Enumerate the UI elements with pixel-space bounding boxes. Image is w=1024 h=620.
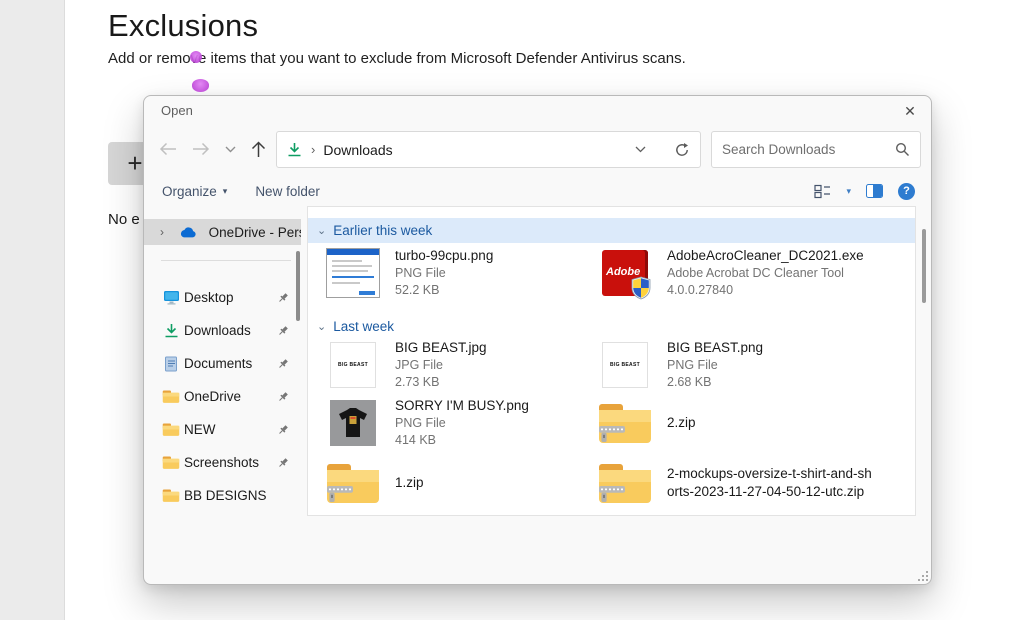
adobe-installer-icon: Adobe — [596, 245, 654, 301]
dialog-title: Open — [161, 103, 193, 118]
tshirt-thumbnail — [324, 395, 382, 451]
search-box[interactable] — [711, 131, 921, 168]
file-item-adobe-acrocleaner[interactable]: Adobe AdobeAcroCleaner_DC2021.exe Adobe … — [596, 245, 896, 301]
sidebar-item-desktop[interactable]: Desktop — [144, 281, 301, 314]
chevron-down-icon: ⌄ — [317, 320, 326, 333]
file-item-1-zip[interactable]: 1.zip — [324, 455, 588, 511]
group-header-earlier-this-week[interactable]: ⌄ Earlier this week — [308, 218, 915, 243]
empty-state-text: No e — [108, 211, 140, 228]
navigation-pane: › OneDrive - Perso Desktop — [144, 206, 304, 516]
file-item-turbo-99cpu[interactable]: turbo-99cpu.png PNG File 52.2 KB — [324, 245, 588, 301]
dialog-body: › OneDrive - Perso Desktop — [144, 206, 932, 516]
view-options-icon[interactable] — [814, 184, 831, 199]
desktop-icon — [162, 289, 180, 307]
address-dropdown-chevron-icon[interactable] — [635, 146, 646, 153]
refresh-icon[interactable] — [674, 142, 690, 158]
zip-folder-icon — [324, 455, 382, 511]
dialog-footer: File name: All files (*) Open Cancel — [144, 516, 932, 585]
close-icon[interactable]: ✕ — [895, 98, 925, 124]
documents-icon — [162, 355, 180, 373]
breadcrumb-chevron-icon: › — [311, 142, 315, 157]
dialog-toolbar: Organize ▾ New folder ▾ ? — [144, 176, 932, 206]
folder-icon — [162, 388, 180, 406]
pin-icon — [277, 391, 289, 403]
page-title: Exclusions — [108, 8, 258, 44]
downloads-icon — [162, 322, 180, 340]
organize-caret-icon: ▾ — [223, 186, 228, 197]
new-folder-button[interactable]: New folder — [255, 184, 320, 199]
chevron-down-icon: ⌄ — [317, 224, 326, 237]
sidebar-item-downloads[interactable]: Downloads — [144, 314, 301, 347]
resize-grip[interactable] — [919, 572, 928, 581]
back-icon[interactable] — [154, 136, 182, 162]
help-icon[interactable]: ? — [898, 183, 915, 200]
address-bar[interactable]: › Downloads — [276, 131, 701, 168]
expand-chevron-icon[interactable]: › — [160, 225, 169, 239]
pointer-mark-icon — [192, 79, 209, 92]
pointer-mark-icon — [190, 51, 202, 63]
file-item-2-mockups-zip[interactable]: 2-mockups-oversize-t-shirt-and-sh orts-2… — [596, 455, 896, 511]
pin-icon — [277, 424, 289, 436]
view-options-caret-icon[interactable]: ▾ — [846, 186, 851, 197]
sidebar-item-screenshots[interactable]: Screenshots — [144, 446, 301, 479]
organize-button[interactable]: Organize ▾ — [162, 184, 227, 199]
file-item-big-beast-png[interactable]: BIG BEAST BIG BEAST.png PNG File 2.68 KB — [596, 337, 896, 393]
sidebar-item-documents[interactable]: Documents — [144, 347, 301, 380]
zip-folder-icon — [596, 395, 654, 451]
sidebar-item-label: OneDrive - Perso — [209, 225, 301, 240]
up-icon[interactable] — [244, 136, 272, 162]
image-thumbnail: BIG BEAST — [596, 337, 654, 393]
search-input[interactable] — [722, 142, 895, 157]
pin-icon — [277, 358, 289, 370]
sidebar-item-onedrive-personal[interactable]: › OneDrive - Perso — [144, 219, 301, 245]
sidebar-item-bb-designs[interactable]: BB DESIGNS — [144, 479, 301, 512]
open-file-dialog: Open ✕ › Downloads — [143, 95, 932, 585]
onedrive-cloud-icon — [179, 226, 196, 239]
file-item-sorry-im-busy[interactable]: SORRY I'M BUSY.png PNG File 414 KB — [324, 395, 588, 451]
sidebar-item-new[interactable]: NEW — [144, 413, 301, 446]
image-thumbnail: BIG BEAST — [324, 337, 382, 393]
pin-icon — [277, 292, 289, 304]
file-list-scrollbar[interactable] — [922, 229, 926, 303]
sidebar-scrollbar[interactable] — [296, 251, 300, 321]
sidebar-divider — [161, 260, 291, 261]
folder-icon — [162, 421, 180, 439]
forward-icon[interactable] — [186, 136, 214, 162]
file-list: ⌄ Earlier this week turbo-99c — [307, 206, 916, 516]
downloads-icon — [287, 142, 302, 158]
preview-pane-icon[interactable] — [866, 184, 883, 198]
sidebar-item-onedrive-folder[interactable]: OneDrive — [144, 380, 301, 413]
search-icon — [895, 142, 910, 157]
file-item-2-zip[interactable]: 2.zip — [596, 395, 896, 451]
folder-icon — [162, 487, 180, 505]
pin-icon — [277, 457, 289, 469]
recent-locations-chevron-icon[interactable] — [216, 136, 244, 162]
file-item-big-beast-jpg[interactable]: BIG BEAST BIG BEAST.jpg JPG File 2.73 KB — [324, 337, 588, 393]
app-left-rail — [0, 0, 65, 620]
screenshot-thumbnail — [324, 245, 382, 301]
folder-icon — [162, 454, 180, 472]
uac-shield-icon — [630, 276, 652, 300]
breadcrumb-location[interactable]: Downloads — [323, 142, 392, 158]
group-header-last-week[interactable]: ⌄ Last week — [308, 314, 915, 339]
pin-icon — [277, 325, 289, 337]
zip-folder-icon — [596, 455, 654, 511]
